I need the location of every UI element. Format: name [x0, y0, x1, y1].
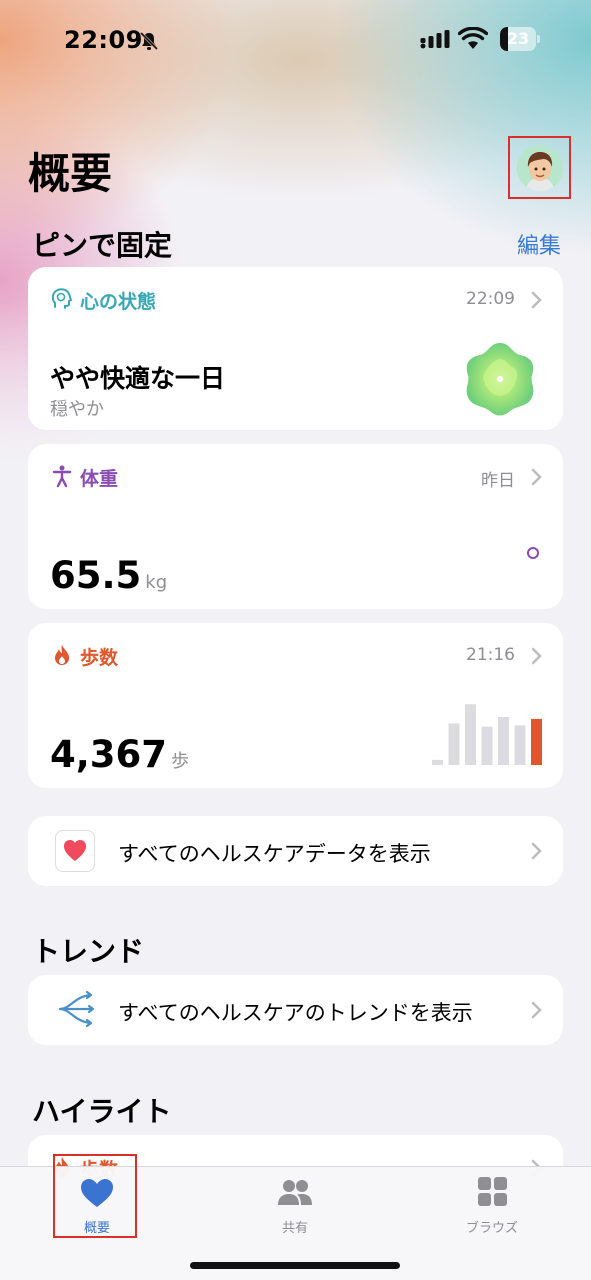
home-indicator[interactable] — [190, 1262, 400, 1269]
steps-value-row: 4,367 歩 — [50, 733, 189, 776]
steps-bar — [481, 726, 493, 765]
steps-bar — [531, 718, 542, 765]
trends-arrows-icon — [58, 990, 95, 1028]
steps-bar — [432, 759, 443, 765]
chevron-right-icon — [531, 468, 542, 486]
weight-value: 65.5 — [50, 554, 142, 597]
mood-subtitle: 穏やか — [50, 399, 104, 420]
card-title: 歩数 — [80, 647, 119, 669]
pinned-heading: ピンで固定 — [32, 229, 173, 262]
steps-mini-chart — [432, 704, 542, 765]
card-timestamp: 22:09 — [466, 289, 515, 309]
steps-bar — [448, 723, 460, 765]
show-all-health-data-button[interactable]: すべてのヘルスケアデータを表示 — [28, 816, 563, 886]
memoji-avatar-icon — [517, 145, 563, 191]
mood-flower-icon — [466, 343, 534, 416]
wifi-icon — [458, 27, 488, 49]
card-title: 体重 — [80, 468, 119, 490]
show-all-data-label: すべてのヘルスケアデータを表示 — [118, 842, 431, 866]
card-title: 心の状態 — [80, 291, 157, 313]
profile-button[interactable] — [508, 136, 571, 199]
battery-indicator: 23 — [500, 27, 540, 51]
chevron-right-icon — [531, 1001, 542, 1019]
health-app-icon — [55, 830, 95, 872]
steps-bar — [465, 704, 476, 765]
chevron-right-icon — [531, 842, 542, 860]
bell-slash-icon — [139, 31, 159, 51]
steps-bar — [514, 725, 526, 765]
brain-head-icon — [51, 288, 73, 309]
status-time: 22:09 — [64, 26, 143, 54]
trends-heading: トレンド — [32, 935, 145, 968]
weight-card[interactable]: 体重 昨日 65.5 kg — [28, 444, 563, 609]
highlights-heading: ハイライト — [32, 1095, 172, 1128]
show-all-trends-button[interactable]: すべてのヘルスケアのトレンドを表示 — [28, 975, 563, 1045]
people-icon — [278, 1180, 312, 1205]
flame-icon — [55, 645, 69, 665]
card-timestamp: 21:16 — [466, 645, 515, 665]
steps-bar — [498, 717, 509, 765]
avatar — [517, 145, 563, 191]
steps-value: 4,367 — [50, 733, 168, 776]
show-all-trends-label: すべてのヘルスケアのトレンドを表示 — [118, 1001, 473, 1025]
weight-data-point — [527, 547, 539, 559]
page-title: 概要 — [28, 149, 113, 198]
battery-level: 23 — [506, 29, 530, 48]
weight-value-row: 65.5 kg — [50, 554, 167, 597]
chevron-right-icon — [531, 647, 542, 665]
cellular-signal-icon — [420, 30, 450, 49]
figure-standing-icon — [52, 465, 72, 488]
state-of-mind-card[interactable]: 心の状態 22:09 やや快適な一日 穏やか — [28, 267, 563, 430]
steps-unit: 歩 — [171, 751, 190, 772]
steps-card[interactable]: 歩数 21:16 4,367 歩 — [28, 623, 563, 788]
weight-unit: kg — [145, 572, 168, 593]
chevron-right-icon — [531, 291, 542, 309]
mood-value: やや快適な一日 — [50, 364, 226, 393]
tab-label: ブラウズ — [465, 1221, 518, 1236]
tab-highlight-frame — [53, 1154, 137, 1238]
tab-sharing[interactable]: 共有 — [235, 1167, 355, 1247]
card-timestamp: 昨日 — [481, 471, 515, 491]
edit-button[interactable]: 編集 — [517, 228, 561, 260]
tab-browse[interactable]: ブラウズ — [432, 1167, 552, 1247]
tab-label: 共有 — [281, 1221, 308, 1236]
grid-icon — [478, 1177, 507, 1206]
heart-icon — [64, 840, 86, 861]
